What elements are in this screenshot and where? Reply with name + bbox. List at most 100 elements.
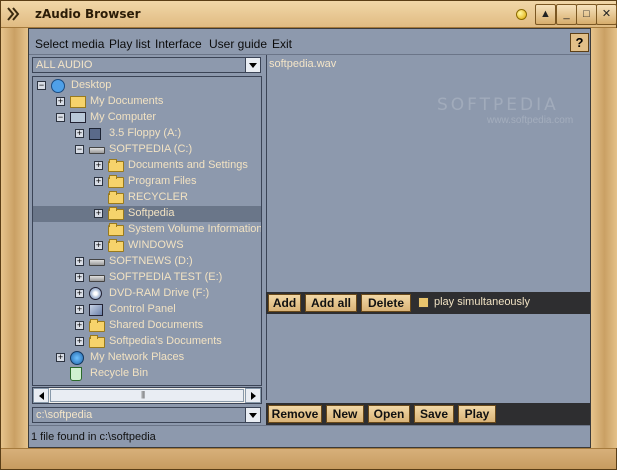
playlist-area[interactable] [266,314,590,400]
computer-icon [70,112,86,123]
menu-user-guide[interactable]: User guide [209,37,267,51]
tree-horizontal-scrollbar[interactable] [32,387,262,404]
expand-icon[interactable]: + [75,273,84,282]
app-icon[interactable] [5,6,21,22]
collapse-icon[interactable]: − [37,81,46,90]
tree-item[interactable]: System Volume Information [33,222,261,238]
close-button[interactable]: ✕ [596,4,617,25]
expand-icon[interactable]: + [75,257,84,266]
tree-item[interactable]: + SOFTNEWS (D:) [33,254,261,270]
control-panel-icon [89,304,103,316]
scroll-right-icon[interactable] [245,388,261,403]
expand-icon[interactable]: + [94,241,103,250]
client-area: Select media Play list Interface User gu… [28,28,591,448]
play-button[interactable]: Play [458,405,496,423]
app-window: zAudio Browser ▲ _ □ ✕ Select media Play… [0,0,617,470]
tree-item-label: 3.5 Floppy (A:) [109,127,182,139]
tree-item[interactable]: + Control Panel [33,302,261,318]
tree-item-label: Softpedia's Documents [109,335,222,347]
tree-item[interactable]: − My Computer [33,110,261,126]
expand-icon[interactable]: + [94,161,103,170]
path-select[interactable]: c:\softpedia [32,407,261,423]
tree-item-label: Desktop [71,79,112,91]
expand-icon[interactable]: + [56,353,65,362]
tree-item[interactable]: Recycle Bin [33,366,261,382]
expand-icon[interactable]: + [56,97,65,106]
desktop-icon [51,79,65,93]
tree-item-label: Control Panel [109,303,176,315]
tree-item-label: SOFTNEWS (D:) [109,255,193,267]
tree-item-label: Recycle Bin [90,367,149,379]
expand-icon[interactable]: + [94,209,103,218]
dvd-icon [89,287,102,300]
tree-item[interactable]: + Program Files [33,174,261,190]
save-button[interactable]: Save [414,405,454,423]
expand-icon[interactable]: + [75,129,84,138]
expand-icon[interactable]: + [94,177,103,186]
new-button[interactable]: New [326,405,364,423]
file-list[interactable]: softpedia.wav SOFTPEDIA www.softpedia.co… [266,55,590,292]
folder-icon [108,207,124,220]
tree-item[interactable]: + WINDOWS [33,238,261,254]
tree-item[interactable]: + Softpedia [33,206,261,222]
scroll-thumb[interactable] [50,389,244,402]
tree-item[interactable]: + DVD-RAM Drive (F:) [33,286,261,302]
remove-button[interactable]: Remove [268,405,322,423]
recycle-bin-icon [70,367,82,381]
maximize-button[interactable]: □ [576,4,597,25]
collapse-icon[interactable]: − [75,145,84,154]
menu-exit[interactable]: Exit [272,37,292,51]
expand-icon[interactable]: + [75,305,84,314]
add-button[interactable]: Add [268,294,301,312]
folder-icon [89,335,105,348]
tree-item[interactable]: + My Documents [33,94,261,110]
tree-item-label: Softpedia [128,207,175,219]
expand-icon[interactable]: + [75,289,84,298]
shade-button[interactable]: ▲ [535,4,556,25]
tree-item-label: SOFTPEDIA (C:) [109,143,193,155]
play-simultaneously-checkbox[interactable] [418,297,429,308]
tree-item[interactable]: + Softpedia's Documents [33,334,261,350]
title-bar[interactable]: zAudio Browser ▲ _ □ ✕ [1,1,617,28]
tree-item[interactable]: RECYCLER [33,190,261,206]
minimize-button[interactable]: _ [556,4,577,25]
folder-icon [108,239,124,252]
help-button[interactable]: ? [570,33,589,52]
tree-item[interactable]: + Shared Documents [33,318,261,334]
menu-play-list[interactable]: Play list [109,37,150,51]
drive-icon [89,275,105,282]
tree-item[interactable]: + SOFTPEDIA TEST (E:) [33,270,261,286]
tree-item-label: System Volume Information [128,223,262,235]
file-item[interactable]: softpedia.wav [269,58,336,70]
play-simultaneously-label: play simultaneously [434,296,530,308]
folder-icon [108,223,124,236]
network-icon [70,351,84,365]
tree-item[interactable]: + My Network Places [33,350,261,366]
open-button[interactable]: Open [368,405,410,423]
folder-tree[interactable]: − Desktop + My Documents − My Computer +3.5 Fl… [32,76,262,386]
chevron-down-icon[interactable] [245,58,260,72]
playlist-action-bar: Remove New Open Save Play [266,403,590,425]
folder-icon [108,159,124,172]
chevron-down-icon[interactable] [245,408,260,422]
floppy-icon [89,128,101,140]
drive-icon [89,259,105,266]
tree-item-label: RECYCLER [128,191,188,203]
tree-item[interactable]: +3.5 Floppy (A:) [33,126,261,142]
moon-icon[interactable] [516,9,527,20]
tree-item-label: WINDOWS [128,239,184,251]
tree-item[interactable]: − Desktop [33,78,261,94]
expand-icon[interactable]: + [75,337,84,346]
collapse-icon[interactable]: − [56,113,65,122]
add-all-button[interactable]: Add all [305,294,357,312]
expand-icon[interactable]: + [75,321,84,330]
scroll-left-icon[interactable] [33,388,49,403]
delete-button[interactable]: Delete [361,294,411,312]
menu-select-media[interactable]: Select media [35,37,104,51]
tree-item[interactable]: − SOFTPEDIA (C:) [33,142,261,158]
tree-item-label: My Documents [90,95,164,107]
tree-item[interactable]: + Documents and Settings [33,158,261,174]
menu-interface[interactable]: Interface [155,37,202,51]
media-filter-select[interactable]: ALL AUDIO [32,57,261,73]
tree-item-label: My Network Places [90,351,185,363]
